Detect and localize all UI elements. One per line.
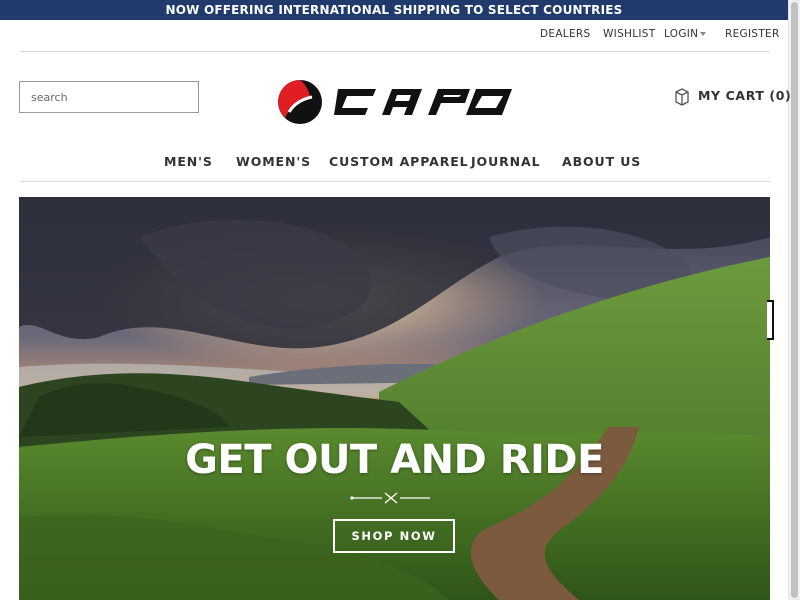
cart-label: MY CART (0) xyxy=(698,88,792,103)
utility-nav: DEALERS WISHLIST LOGIN REGISTER xyxy=(20,20,779,52)
nav-item-womens[interactable]: WOMEN'S xyxy=(236,154,311,169)
nav-item-journal[interactable]: JOURNAL xyxy=(471,154,540,169)
scrollbar-thumb[interactable] xyxy=(791,2,798,598)
register-link[interactable]: REGISTER xyxy=(725,28,780,40)
promo-banner: NOW OFFERING INTERNATIONAL SHIPPING TO S… xyxy=(0,0,788,20)
nav-item-about-us[interactable]: ABOUT US xyxy=(562,154,641,169)
wishlist-link[interactable]: WISHLIST xyxy=(603,28,655,40)
main-nav: MEN'S WOMEN'S CUSTOM APPAREL JOURNAL ABO… xyxy=(20,148,770,182)
nav-item-custom-apparel[interactable]: CUSTOM APPAREL xyxy=(329,154,469,169)
slider-side-tab[interactable] xyxy=(767,300,774,340)
chevron-down-icon[interactable] xyxy=(700,32,706,36)
shopping-bag-icon xyxy=(675,88,689,106)
logo-wordmark xyxy=(334,89,512,115)
capo-logo[interactable] xyxy=(276,78,514,126)
login-link[interactable]: LOGIN xyxy=(664,28,698,40)
shop-now-button[interactable]: SHOP NOW xyxy=(333,519,455,553)
crossed-cycling-ornament-icon xyxy=(350,492,430,504)
hero-title: GET OUT AND RIDE xyxy=(185,437,604,483)
nav-item-mens[interactable]: MEN'S xyxy=(164,154,213,169)
search-input[interactable] xyxy=(19,81,199,113)
dealers-link[interactable]: DEALERS xyxy=(540,28,590,40)
hero-banner[interactable]: GET OUT AND RIDE SHOP NOW xyxy=(19,197,770,600)
